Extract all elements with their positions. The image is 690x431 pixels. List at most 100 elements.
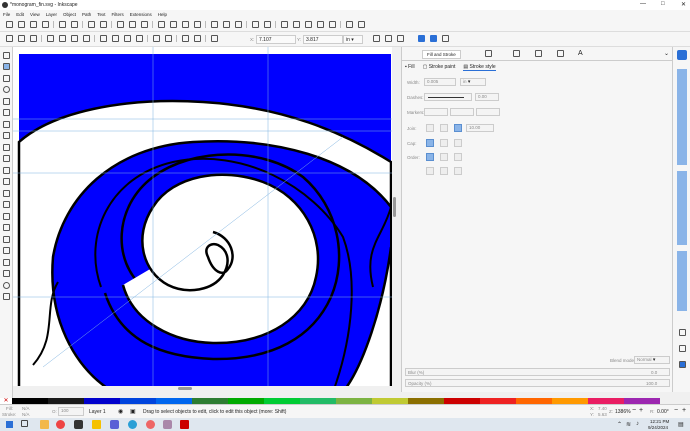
node-join-icon[interactable] [152, 35, 160, 42]
eraser-tool-icon[interactable] [2, 247, 10, 254]
selector-tool-icon[interactable] [2, 51, 10, 59]
flip-vertical-icon[interactable] [82, 35, 90, 42]
menu-view[interactable]: View [30, 12, 40, 17]
group-icon[interactable] [251, 21, 259, 28]
pen-tool-icon[interactable] [2, 132, 10, 139]
minimize-icon[interactable]: — [640, 1, 646, 7]
unit-select[interactable]: in ▾ [343, 35, 363, 44]
bevel-join-button[interactable] [426, 124, 434, 132]
preferences-icon[interactable] [357, 21, 365, 28]
notification-icon[interactable]: ▤ [678, 421, 684, 428]
select-all-layers-icon[interactable] [17, 35, 25, 42]
search-icon[interactable] [20, 420, 28, 427]
lock-icon[interactable]: ▣ [130, 408, 136, 415]
vertical-scroll-thumb[interactable] [393, 197, 396, 217]
chevron-up-icon[interactable]: ⌃ [617, 421, 622, 428]
unlink-clone-icon[interactable] [234, 21, 242, 28]
menu-edit[interactable]: Edit [16, 12, 24, 17]
zoom-out-icon[interactable]: − [632, 407, 636, 414]
order-stroke-markers-button[interactable] [440, 167, 448, 175]
raise-icon[interactable] [111, 35, 119, 42]
start-marker-select[interactable] [424, 108, 448, 116]
layer-name[interactable]: Layer 1 [89, 409, 106, 415]
order-markers-fill-button[interactable] [426, 167, 434, 175]
menu-filters[interactable]: Filters [112, 12, 124, 17]
lower-icon[interactable] [123, 35, 131, 42]
stroke-value[interactable]: N/A [22, 412, 30, 417]
snap-bbox-group[interactable] [677, 69, 687, 165]
subtab-stroke-style[interactable]: ▤ Stroke style [463, 64, 496, 71]
chevron-down-icon[interactable]: ⌄ [664, 50, 669, 57]
opacity-status-input[interactable]: 100 [58, 407, 84, 416]
zoom-selection-icon[interactable] [157, 21, 165, 28]
zoom-value[interactable]: 1386% [615, 409, 631, 415]
menu-text[interactable]: Text [97, 12, 105, 17]
snap-toggle-icon[interactable] [417, 35, 425, 42]
zoom-tool-icon[interactable] [2, 281, 10, 289]
rotation-value[interactable]: 0.00° [657, 409, 669, 415]
fill-value[interactable]: N/A [22, 406, 30, 411]
star-tool-icon[interactable] [2, 97, 10, 105]
app-m-icon[interactable] [92, 420, 101, 429]
xml-editor-icon[interactable] [280, 21, 288, 28]
symbols-tab-icon[interactable] [534, 50, 542, 57]
export-icon[interactable] [70, 21, 78, 28]
flip-horizontal-icon[interactable] [70, 35, 78, 42]
open-icon[interactable] [17, 21, 25, 28]
horizontal-scrollbar[interactable] [13, 386, 393, 392]
zoom-in-icon[interactable]: + [639, 407, 643, 414]
import-icon[interactable] [58, 21, 66, 28]
x-input[interactable]: 7.107 [256, 35, 296, 44]
round-cap-button[interactable] [440, 139, 448, 147]
y-input[interactable]: 3.817 [303, 35, 343, 44]
miter-join-button[interactable] [454, 124, 462, 132]
blur-slider[interactable]: Blur (%) 0.0 [405, 368, 670, 376]
snap-options-icon[interactable] [429, 35, 437, 42]
duplicate-icon[interactable] [210, 21, 218, 28]
snap-nodes-group[interactable] [677, 171, 687, 245]
node-break-icon[interactable] [164, 35, 172, 42]
windows-start-icon[interactable] [6, 421, 13, 428]
snap-others-group[interactable] [677, 251, 687, 311]
menu-path[interactable]: Path [82, 12, 91, 17]
layers-icon[interactable] [304, 21, 312, 28]
delete-icon[interactable] [193, 21, 201, 28]
clone-icon[interactable] [222, 21, 230, 28]
rotate-ccw-icon[interactable] [46, 35, 54, 42]
menu-help[interactable]: Help [158, 12, 167, 17]
text-font-icon[interactable] [292, 21, 300, 28]
deselect-icon[interactable] [29, 35, 37, 42]
menu-file[interactable]: File [3, 12, 10, 17]
print-icon[interactable] [41, 21, 49, 28]
zoom-drawing-icon[interactable] [169, 21, 177, 28]
clock-date[interactable]: 9/24/2024 [648, 425, 668, 430]
dash-offset-input[interactable]: 0.00 [475, 93, 499, 101]
blend-mode-select[interactable]: Normal ▾ [634, 356, 670, 364]
subtab-stroke-paint[interactable]: ▢ Stroke paint [423, 64, 456, 71]
square-cap-button[interactable] [454, 139, 462, 147]
save-icon[interactable] [29, 21, 37, 28]
subtab-fill[interactable]: ▪ Fill [405, 64, 415, 71]
pencil-tool-icon[interactable] [2, 143, 10, 151]
zoom-page-icon[interactable] [181, 21, 189, 28]
rectangle-tool-icon[interactable] [2, 74, 10, 82]
order-normal-button[interactable] [426, 153, 434, 161]
clock-time[interactable]: 12:21 PM [650, 419, 669, 424]
close-icon[interactable]: ✕ [681, 1, 686, 8]
transform-tab-icon[interactable] [484, 50, 492, 57]
snap-guide-icon[interactable] [678, 361, 686, 368]
eye-icon[interactable]: ◉ [118, 408, 123, 415]
menu-extensions[interactable]: Extensions [130, 12, 152, 17]
snap-scale-corners-icon[interactable] [384, 35, 392, 42]
horizontal-scroll-thumb[interactable] [178, 387, 192, 390]
stroke-to-path-icon[interactable] [193, 35, 201, 42]
snap-settings-icon[interactable] [441, 35, 449, 42]
width-unit-select[interactable]: in ▾ [460, 78, 486, 86]
new-document-icon[interactable] [5, 21, 13, 28]
dashes-select[interactable] [424, 93, 472, 101]
align-tab-icon[interactable] [556, 50, 564, 57]
spray-tool-icon[interactable] [2, 235, 10, 243]
paste-icon[interactable] [140, 21, 148, 28]
mid-marker-select[interactable] [450, 108, 474, 116]
snap-grid-icon[interactable] [678, 345, 686, 352]
